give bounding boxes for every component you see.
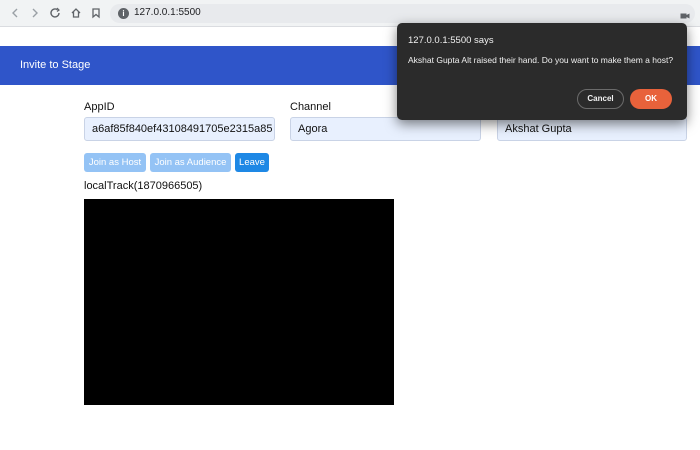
join-as-host-button[interactable]: Join as Host [84, 153, 146, 172]
channel-input[interactable]: Agora [290, 117, 481, 141]
username-input[interactable]: Akshat Gupta [497, 117, 687, 141]
local-video-player [84, 199, 394, 405]
join-as-audience-button[interactable]: Join as Audience [150, 153, 231, 172]
home-icon[interactable] [69, 6, 83, 20]
dialog-ok-button[interactable]: OK [630, 89, 672, 109]
dialog-title: 127.0.0.1:5500 says [408, 35, 494, 46]
url-text: 127.0.0.1:5500 [134, 7, 201, 18]
site-info-icon[interactable]: i [118, 8, 129, 19]
address-bar[interactable]: i 127.0.0.1:5500 [110, 4, 695, 23]
dialog-message: Akshat Gupta Alt raised their hand. Do y… [408, 55, 674, 65]
camera-icon[interactable] [680, 8, 690, 19]
dialog-cancel-button[interactable]: Cancel [577, 89, 624, 109]
forward-icon[interactable] [28, 6, 42, 20]
bookmark-icon[interactable] [89, 6, 103, 20]
page-title: Invite to Stage [20, 59, 91, 71]
appid-input[interactable]: a6af85f840ef43108491705e2315a85 [84, 117, 275, 141]
alert-dialog: 127.0.0.1:5500 says Akshat Gupta Alt rai… [397, 23, 687, 120]
leave-button[interactable]: Leave [235, 153, 269, 172]
appid-label: AppID [84, 101, 115, 113]
channel-label: Channel [290, 101, 331, 113]
local-track-label: localTrack(1870966505) [84, 180, 203, 192]
back-icon[interactable] [8, 6, 22, 20]
reload-icon[interactable] [48, 6, 62, 20]
